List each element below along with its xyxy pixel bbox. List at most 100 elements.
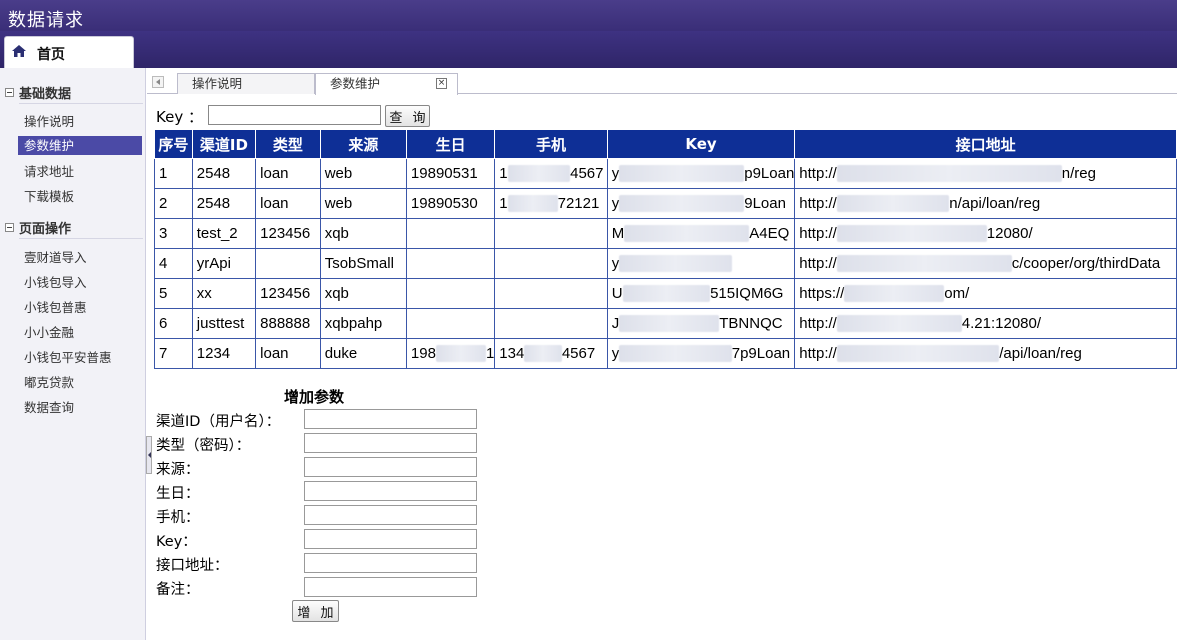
type-input[interactable] — [304, 433, 477, 453]
masked-text: MMMMMMMMM — [619, 345, 732, 362]
cell-birthday — [405, 248, 496, 279]
col-header: 渠道ID — [191, 129, 257, 159]
api-url-input[interactable] — [304, 553, 477, 573]
home-tab[interactable]: 首页 — [4, 36, 134, 68]
cell-phone — [494, 278, 608, 309]
cell-source: duke — [319, 338, 407, 369]
col-header: 类型 — [255, 129, 321, 159]
sidebar: 基础数据 操作说明 参数维护 请求地址 下载模板 页面操作 壹财道导入 小钱包导… — [0, 68, 146, 640]
col-header: 来源 — [319, 129, 407, 159]
key-input[interactable] — [304, 529, 477, 549]
sidebar-item-import-1[interactable]: 壹财道导入 — [18, 248, 142, 267]
cell-birthday: 19890531 — [405, 158, 496, 189]
col-header: 接口地址 — [794, 129, 1177, 159]
cell-birthday: 198MMMM1 — [405, 338, 496, 369]
cell-channel-id: yrApi — [191, 248, 257, 279]
add-button[interactable]: 增 加 — [292, 600, 339, 622]
sidebar-item-import-5[interactable]: 小钱包平安普惠 — [18, 348, 142, 367]
sidebar-item-import-6[interactable]: 嘟克贷款 — [18, 373, 142, 392]
source-input[interactable] — [304, 457, 477, 477]
cell-key: JMMMMMMMMTBNNQC — [606, 308, 796, 339]
tab-instructions[interactable]: 操作说明 — [177, 73, 315, 94]
sidebar-section-basic-data[interactable]: 基础数据 — [0, 80, 146, 104]
section-title: 页面操作 — [19, 222, 72, 237]
key-label: Key ： — [156, 108, 203, 126]
table-header-row: 序号 渠道ID 类型 来源 生日 手机 Key 接口地址 — [154, 129, 1177, 159]
search-button[interactable]: 查 询 — [385, 105, 430, 127]
table-row: 5xx123456xqb UMMMMMMM515IQM6Ghttps://MMMM… — [154, 278, 1177, 309]
masked-text: MMMMMMMMMMMMMMMMMM — [836, 165, 1062, 182]
tab-strip: 操作说明 参数维护 × — [147, 68, 1177, 95]
cell-row-number: 3 — [154, 218, 193, 249]
cell-phone: 1MMMMM4567 — [494, 158, 608, 189]
cell-key: yMMMMMMMMMMp9Loan — [606, 158, 796, 189]
collapse-icon[interactable] — [5, 223, 14, 232]
table-row: 6justtest888888xqbpahp JMMMMMMMMTBNNQChtt… — [154, 308, 1177, 339]
cell-api-url: http://MMMMMMMMMMMMMMc/cooper/org/thirdD… — [794, 248, 1177, 279]
field-label-channel-id: 渠道ID（用户名）： — [156, 414, 281, 430]
sidebar-item-param-maintenance[interactable]: 参数维护 — [18, 136, 142, 155]
sidebar-item-import-4[interactable]: 小小金融 — [18, 323, 142, 342]
section-title: 基础数据 — [19, 87, 72, 102]
field-label-key: Key： — [156, 534, 197, 550]
masked-text: MMMMMMMM — [844, 285, 945, 302]
masked-text: MMMMMMMM — [619, 315, 720, 332]
close-icon[interactable]: × — [436, 78, 447, 89]
cell-channel-id: 2548 — [191, 158, 257, 189]
masked-text: MMMMMMMMM — [619, 255, 732, 272]
home-tab-label: 首页 — [37, 47, 65, 63]
collapse-icon[interactable] — [5, 88, 14, 97]
cell-row-number: 1 — [154, 158, 193, 189]
cell-row-number: 6 — [154, 308, 193, 339]
sidebar-item-import-3[interactable]: 小钱包普惠 — [18, 298, 142, 317]
cell-type: 888888 — [255, 308, 321, 339]
cell-row-number: 5 — [154, 278, 193, 309]
add-param-form: 增加参数 渠道ID（用户名）： 类型（密码）： 来源： 生日： 手机： Key：… — [156, 384, 496, 624]
cell-key: MMMMMMMMMMMA4EQ — [606, 218, 796, 249]
birthday-input[interactable] — [304, 481, 477, 501]
col-header: 生日 — [405, 129, 496, 159]
sidebar-item-request-address[interactable]: 请求地址 — [18, 162, 142, 181]
field-label-remark: 备注： — [156, 582, 200, 598]
cell-channel-id: justtest — [191, 308, 257, 339]
cell-row-number: 7 — [154, 338, 193, 369]
masked-text: MMMMMMMMM — [836, 195, 950, 212]
app-title: 数据请求 — [8, 10, 84, 31]
sidebar-item-download-template[interactable]: 下载模板 — [18, 187, 142, 206]
cell-phone: 134MMM4567 — [494, 338, 608, 369]
sidebar-section-page-ops[interactable]: 页面操作 — [0, 215, 146, 239]
cell-api-url: http://MMMMMMMMMMMM12080/ — [794, 218, 1177, 249]
cell-api-url: https://MMMMMMMMom/ — [794, 278, 1177, 309]
cell-key: yMMMMMMMMMM9Loan — [606, 188, 796, 219]
channel-id-input[interactable] — [304, 409, 477, 429]
field-label-phone: 手机： — [156, 510, 200, 526]
col-header: 手机 — [494, 129, 608, 159]
remark-input[interactable] — [304, 577, 477, 597]
col-header: 序号 — [154, 129, 193, 159]
sidebar-item-import-2[interactable]: 小钱包导入 — [18, 273, 142, 292]
cell-source: xqb — [319, 278, 407, 309]
masked-text: MMMMMMMMMMMMM — [836, 345, 1000, 362]
cell-channel-id: 1234 — [191, 338, 257, 369]
masked-text: MMMMMMMMMMMM — [836, 225, 987, 242]
cell-channel-id: 2548 — [191, 188, 257, 219]
masked-text: MMM — [524, 345, 562, 362]
cell-key: yMMMMMMMMM7p9Loan — [606, 338, 796, 369]
phone-input[interactable] — [304, 505, 477, 525]
sidebar-item-instructions[interactable]: 操作说明 — [18, 112, 142, 131]
key-search-input[interactable] — [208, 105, 381, 125]
home-icon — [12, 45, 26, 57]
tab-label: 操作说明 — [192, 76, 243, 91]
col-header: Key — [606, 129, 796, 159]
cell-channel-id: test_2 — [191, 218, 257, 249]
cell-phone: 1MMMM72121 — [494, 188, 608, 219]
tab-param-maintenance[interactable]: 参数维护 × — [315, 73, 458, 95]
tab-scroll-left-icon[interactable] — [152, 76, 164, 88]
field-label-type: 类型（密码）： — [156, 438, 251, 454]
form-title: 增加参数 — [284, 388, 345, 406]
cell-api-url: http://MMMMMMMMMMMMMMMMMMn/reg — [794, 158, 1177, 189]
masked-text: MMMMMMMMMM — [624, 225, 750, 242]
sidebar-item-data-query[interactable]: 数据查询 — [18, 398, 142, 417]
cell-key: UMMMMMMM515IQM6G — [606, 278, 796, 309]
cell-phone — [494, 248, 608, 279]
